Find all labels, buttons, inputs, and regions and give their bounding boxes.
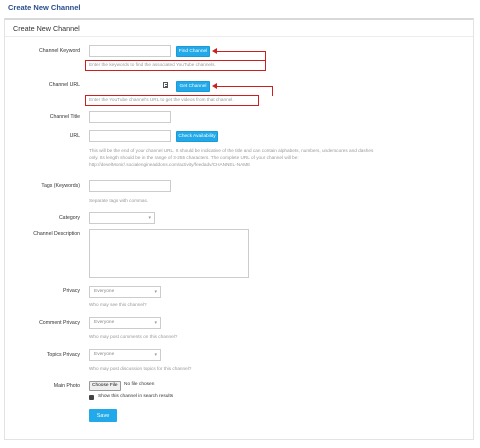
chevron-down-icon: ▾ [154, 320, 157, 326]
privacy-help: Who may see this channel? [89, 302, 147, 307]
url2-help-line3: http://develMonir/.socialengineaddons.co… [89, 162, 251, 167]
panel-divider [5, 36, 473, 37]
url-help: Enter the YouTube channel's URL to get t… [89, 97, 234, 102]
keyword-input[interactable] [89, 45, 171, 57]
page-title: Create New Channel [8, 3, 81, 12]
keyword-annotation-arrowhead [212, 48, 217, 54]
privacy-label: Privacy [62, 288, 80, 294]
privacy-select[interactable]: Everyone ▾ [89, 286, 161, 298]
url-annotation-arrowhead [212, 83, 217, 89]
keyword-annotation-arrow [215, 51, 266, 52]
tags-input[interactable] [89, 180, 171, 192]
keyword-help: Enter the keywords to find the associate… [89, 62, 216, 67]
search-checkbox-label: Show this channel in search results [98, 394, 174, 399]
description-textarea[interactable] [89, 229, 249, 278]
tags-help: Separate tags with commas. [89, 198, 149, 203]
privacy-value: Everyone [94, 289, 115, 294]
topics-privacy-label: Topics Privacy [46, 352, 80, 358]
photo-label: Main Photo [53, 383, 80, 389]
url-annotation-arrow [215, 86, 273, 87]
url-annotation-arrow-v [272, 86, 273, 96]
keyword-label: Channel Keyword [39, 48, 80, 54]
url-label: Channel URL [48, 82, 80, 88]
chevron-down-icon: ▾ [154, 289, 157, 295]
chevron-down-icon: ▾ [154, 352, 157, 358]
get-channel-button[interactable]: Get Channel [176, 81, 210, 92]
check-availability-button[interactable]: Check Availability [176, 131, 218, 142]
title-label: Channel Title [49, 114, 80, 120]
comment-privacy-help: Who may post comments on this channel? [89, 334, 178, 339]
save-button[interactable]: Save [89, 409, 117, 422]
category-select[interactable]: ▾ [89, 212, 155, 224]
search-checkbox[interactable] [89, 395, 94, 400]
panel-title: Create New Channel [13, 24, 80, 33]
comment-privacy-value: Everyone [94, 320, 115, 325]
category-label: Category [58, 215, 80, 221]
url2-label: URL [69, 133, 80, 139]
tags-label: Tags (Keywords) [41, 183, 80, 189]
keyword-annotation-arrow-v [265, 51, 266, 61]
chevron-down-icon: ▾ [148, 215, 151, 221]
file-status: No file chosen [124, 382, 155, 387]
document-icon [163, 82, 168, 88]
topics-privacy-help: Who may post discussion topics for this … [89, 366, 192, 371]
topics-privacy-value: Everyone [94, 352, 115, 357]
comment-privacy-select[interactable]: Everyone ▾ [89, 317, 161, 329]
topics-privacy-select[interactable]: Everyone ▾ [89, 349, 161, 361]
url2-input[interactable] [89, 130, 171, 142]
description-label: Channel Description [33, 231, 80, 237]
comment-privacy-label: Comment Privacy [39, 320, 80, 326]
find-channel-button[interactable]: Find Channel [176, 46, 210, 57]
choose-file-button[interactable]: Choose File [89, 381, 121, 391]
title-input[interactable] [89, 111, 171, 123]
